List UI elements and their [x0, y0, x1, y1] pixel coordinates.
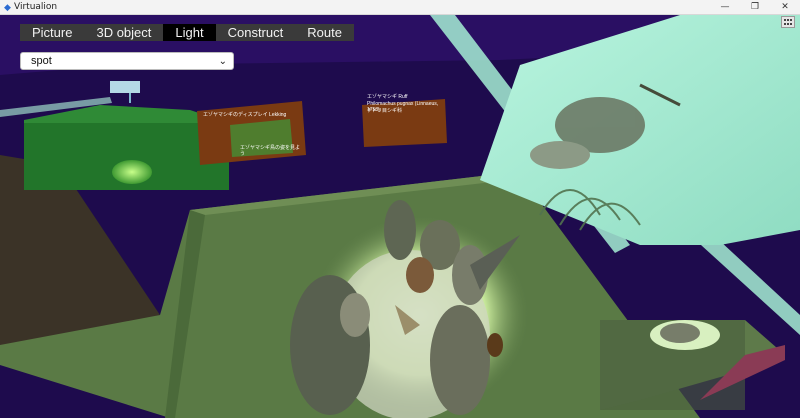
grid-menu-icon[interactable]: [781, 16, 795, 28]
window-title-bar: ◆ Virtualion — ❐ ✕: [0, 0, 800, 15]
restore-button[interactable]: ❐: [740, 0, 770, 14]
close-button[interactable]: ✕: [770, 0, 800, 14]
scene-viewport[interactable]: エゾヤマシギのディスプレイ Lekking エゾヤマシギ鳥の姿を見よう エゾヤマ…: [0, 15, 800, 418]
app-logo-icon: ◆: [4, 2, 11, 12]
info-panel-left-title: エゾヤマシギのディスプレイ Lekking: [203, 112, 287, 118]
info-panel-left-caption: エゾヤマシギ鳥の姿を見よう: [240, 145, 301, 157]
scene-canvas: [0, 15, 800, 418]
mode-menu-bar: Picture 3D object Light Construct Route: [20, 24, 354, 41]
tab-3d-object[interactable]: 3D object: [84, 24, 163, 41]
info-panel-right-title: エゾヤマシギ Ruff: [367, 94, 408, 100]
tab-picture[interactable]: Picture: [20, 24, 84, 41]
window-title: Virtualion: [14, 2, 58, 12]
minimize-button[interactable]: —: [710, 0, 740, 14]
info-panel-right-sub2: チドリ目シギ科: [367, 108, 403, 114]
tab-route[interactable]: Route: [295, 24, 354, 41]
light-type-value: spot: [31, 55, 52, 67]
tab-light[interactable]: Light: [163, 24, 216, 41]
light-type-select[interactable]: spot ⌄: [20, 52, 234, 70]
spotlight-fixture: [110, 81, 140, 93]
chevron-down-icon: ⌄: [218, 56, 227, 67]
tab-construct[interactable]: Construct: [216, 24, 296, 41]
